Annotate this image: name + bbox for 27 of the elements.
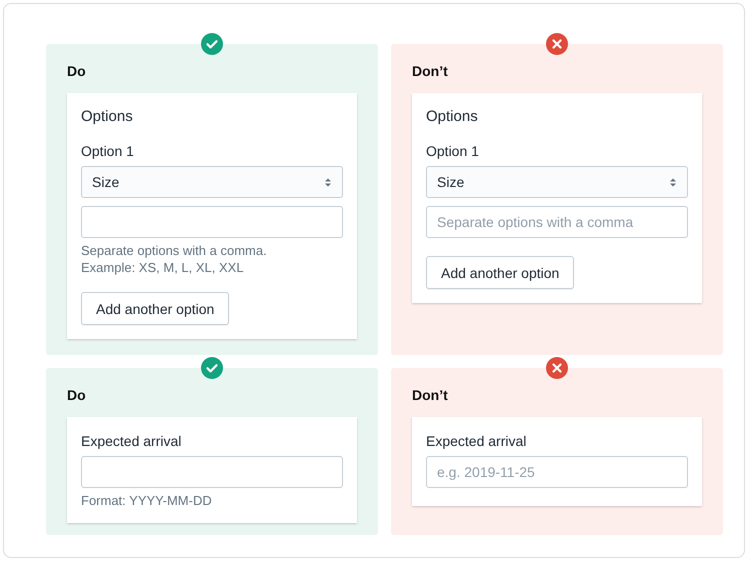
card-heading: Options [81,108,134,126]
card-heading: Options [426,108,479,126]
help-text: Format: YYYY-MM-DD [81,492,213,509]
input-field[interactable]: e.g. 2019-11-25 [426,456,688,488]
input-field[interactable] [81,456,343,488]
field-label: Option 1 [81,142,135,160]
help-text: Separate options with a comma. [81,242,268,259]
field-label: Expected arrival [426,432,528,450]
panel-title: Do [67,387,87,403]
panel-title: Don’t [412,63,449,79]
add-option-button[interactable]: Add another option [426,256,574,289]
input-field[interactable] [81,206,343,238]
field-label: Expected arrival [81,432,182,450]
help-text: Example: XS, M, L, XL, XXL [81,259,245,276]
panel-title: Do [67,63,87,79]
check-icon [201,33,223,55]
up-down-caret-icon [669,176,677,188]
input-field[interactable]: Separate options with a comma [426,206,688,238]
panel-title: Don’t [412,387,449,403]
check-icon [201,357,223,379]
cross-icon [546,33,568,55]
add-option-button[interactable]: Add another option [81,292,230,325]
select-field[interactable]: Size [81,166,343,198]
field-label: Option 1 [426,142,480,160]
select-field[interactable]: Size [426,166,688,198]
up-down-caret-icon [324,176,332,188]
cross-icon [546,357,568,379]
